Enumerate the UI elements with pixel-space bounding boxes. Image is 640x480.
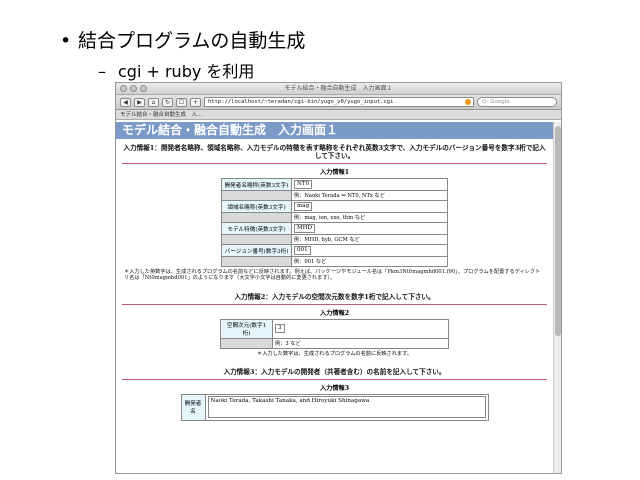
bullet-1-text: 結合プログラムの自動生成 (78, 30, 306, 52)
dimension-example: 例：3 など (272, 337, 449, 349)
dimension-field[interactable]: 3 (275, 324, 285, 334)
reload-icon[interactable]: ↻ (162, 97, 173, 107)
developer-label: 開発者名略称(英数3文字) (221, 178, 292, 191)
add-bookmark-button[interactable]: + (190, 97, 201, 107)
form-2-title: 入力情報2 (319, 309, 350, 317)
version-label: バージョン番号(数字3桁) (221, 244, 292, 257)
rss-icon[interactable] (465, 99, 471, 105)
minimize-window-button[interactable] (130, 85, 137, 92)
bullet-2-text: cgi + ruby を利用 (118, 62, 255, 81)
form-3-table: 開発者名 Naoki Terada, Takashi Tanaka, and H… (180, 393, 489, 421)
section-1-title: 入力情報1：開発者名略称、領域名略称、入力モデルの特徴を表す略称をそれぞれ英数3… (123, 144, 546, 160)
back-button[interactable]: ◀ (120, 97, 131, 107)
address-bar[interactable]: http://localhost/~teradan/cgi-bin/yugo_v… (204, 97, 474, 107)
browser-toolbar: ◀ ▶ ⌂ ↻ ☐ + http://localhost/~teradan/cg… (116, 95, 561, 110)
section-divider (122, 378, 547, 380)
form-2-note: ＊入力した数字は、生成されるプログラムの名前に反映されます。 (257, 350, 412, 357)
zoom-window-button[interactable] (140, 85, 147, 92)
domain-field[interactable]: mag (294, 202, 313, 211)
model-feature-label: モデル特徴(英数3文字) (221, 222, 292, 235)
section-2-title: 入力情報2：入力モデルの空間次元数を数字1桁で記入して下さい。 (234, 292, 435, 301)
form-1-title: 入力情報1 (319, 169, 350, 176)
browser-tab[interactable]: モデル結合・融合自動生成 入... (116, 110, 561, 120)
dimension-label: 空間次元(数字1桁) (220, 318, 273, 339)
search-input[interactable]: Q- Google (477, 97, 557, 107)
window-title: モデル結合・融合自動生成 入力画面１ (284, 85, 393, 92)
form-3-title: 入力情報3 (319, 384, 350, 392)
form-1-note: ＊入力した英数字は、生成されるプログラムの名前などに反映されます。例えば、パッケ… (124, 269, 541, 282)
home-icon[interactable]: ⌂ (148, 97, 159, 107)
form-2-table: 空間次元(数字1桁) 3 例：3 など (220, 318, 449, 349)
developer-example: 例：Naoki Terada ⇒ NT0, NTx など (291, 190, 448, 201)
bookmark-icon[interactable]: ☐ (176, 97, 187, 107)
slide-bullet-2: – cgi + ruby を利用 (98, 58, 254, 82)
window-titlebar: モデル結合・融合自動生成 入力画面１ (116, 83, 561, 95)
forward-button[interactable]: ▶ (134, 97, 145, 107)
domain-label: 領域名略称(英数3文字) (221, 200, 292, 213)
vertical-scrollbar[interactable] (553, 122, 561, 473)
version-example: 例：001 など (291, 256, 448, 267)
model-feature-field[interactable]: MHD (294, 224, 316, 233)
section-divider (122, 303, 547, 305)
close-window-button[interactable] (120, 85, 127, 92)
author-label: 開発者名 (180, 393, 206, 421)
slide-bullet-1: • 結合プログラムの自動生成 (60, 26, 305, 53)
window-controls (120, 85, 147, 92)
tab-label: モデル結合・融合自動生成 入... (120, 112, 203, 118)
domain-example: 例：mag, ion, exo, thm など (291, 212, 448, 223)
browser-window: モデル結合・融合自動生成 入力画面１ ◀ ▶ ⌂ ↻ ☐ + http://lo… (115, 82, 562, 474)
model-feature-example: 例：MHD, hyb, GCM など (291, 234, 448, 245)
section-3-title: 入力情報3：入力モデルの開発者（共著者含む）の名前を記入して下さい。 (223, 367, 446, 376)
author-textarea[interactable]: Naoki Terada, Takashi Tanaka, and Hiroyu… (207, 396, 486, 419)
bullet-dot: • (60, 30, 72, 52)
scrollbar-thumb[interactable] (555, 126, 561, 336)
bullet-dash: – (98, 62, 106, 81)
page-header: モデル結合・融合自動生成 入力画面１ (116, 122, 553, 139)
developer-field[interactable]: NT0 (294, 180, 313, 189)
form-1-table: 開発者名略称(英数3文字) NT0 例：Naoki Terada ⇒ NT0, … (221, 178, 448, 267)
page-content: モデル結合・融合自動生成 入力画面１ 入力情報1：開発者名略称、領域名略称、入力… (116, 122, 553, 473)
section-divider (122, 163, 547, 164)
address-url: http://localhost/~teradan/cgi-bin/yugo_v… (208, 99, 394, 105)
version-field[interactable]: 001 (294, 246, 311, 255)
